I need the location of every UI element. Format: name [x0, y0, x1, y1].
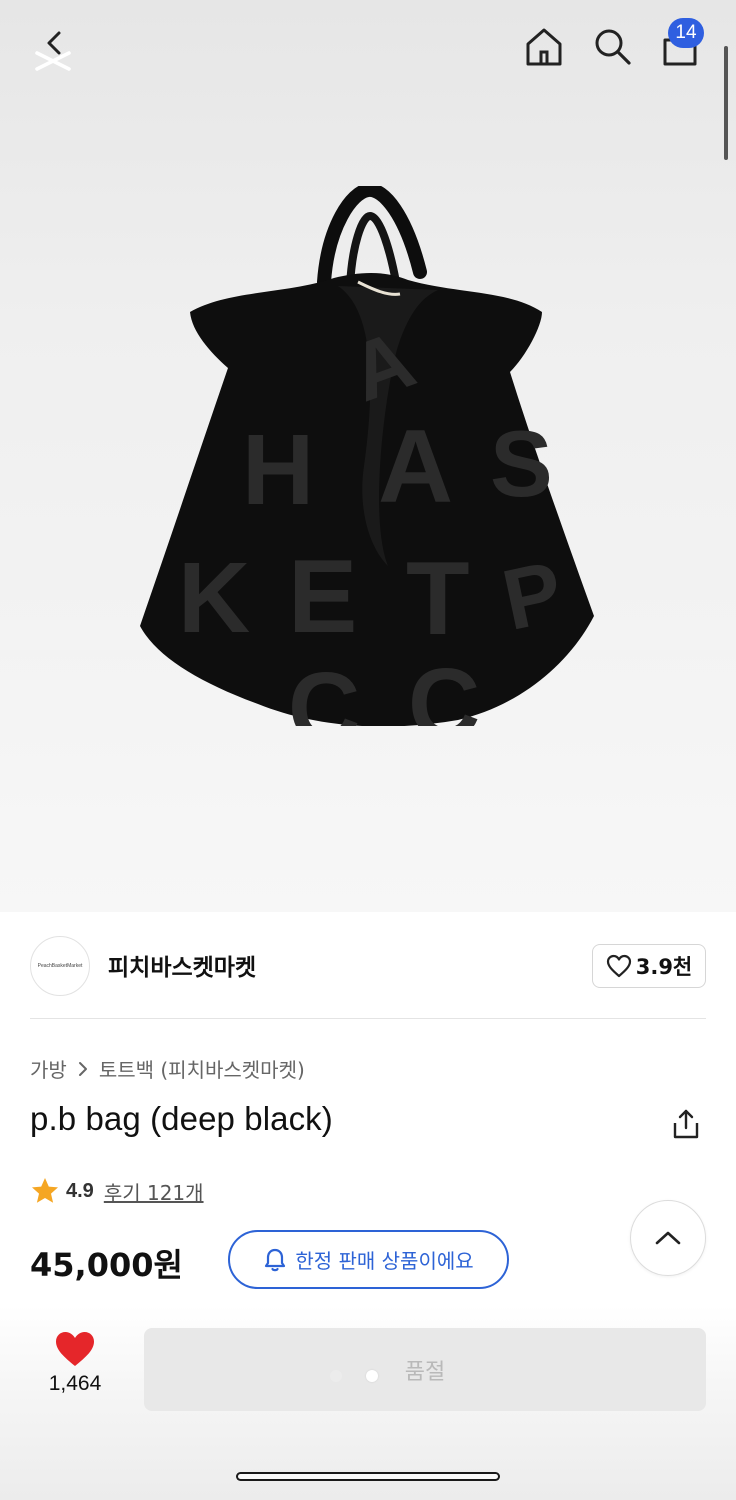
product-image-area[interactable]: A H A S K E T P C C — [0, 0, 736, 912]
bag-letter: S — [490, 411, 553, 516]
seller-follow-button[interactable]: 3.9천 — [592, 944, 706, 988]
breadcrumb: 가방 토트백 (피치바스켓마켓) — [30, 1054, 305, 1083]
chevron-right-icon — [78, 1061, 87, 1076]
bag-letter: E — [288, 539, 357, 655]
search-button[interactable] — [588, 22, 636, 70]
heart-outline-icon — [606, 954, 631, 978]
seller-name[interactable]: 피치바스켓마켓 — [108, 948, 256, 982]
page-indicator — [330, 1370, 378, 1382]
rating-row: 4.9 후기 121개 — [30, 1176, 204, 1206]
rating-value: 4.9 — [66, 1179, 94, 1202]
seller-avatar[interactable]: PeachBasketMarket — [30, 936, 90, 996]
home-indicator[interactable] — [236, 1472, 500, 1481]
like-count: 1,464 — [48, 1372, 102, 1395]
limited-sale-label: 한정 판매 상품이에요 — [295, 1249, 474, 1273]
product-price: 45,000원 — [30, 1246, 183, 1284]
scroll-to-top-button[interactable] — [630, 1200, 706, 1276]
chevron-up-icon — [655, 1231, 681, 1245]
sold-out-label: 품절 — [404, 1359, 446, 1385]
scrollbar[interactable] — [724, 46, 728, 160]
limited-sale-badge[interactable]: 한정 판매 상품이에요 — [228, 1230, 509, 1289]
bag-letter: C — [288, 652, 360, 726]
share-button[interactable] — [666, 1104, 706, 1144]
back-chevron-icon — [47, 31, 61, 55]
star-icon — [32, 1178, 58, 1203]
reviews-link[interactable]: 후기 121개 — [104, 1177, 204, 1206]
home-button[interactable] — [520, 22, 568, 70]
follow-count: 3.9천 — [635, 955, 693, 979]
search-icon — [595, 29, 631, 65]
close-icon — [35, 31, 71, 71]
seller-logo-text: PeachBasketMarket — [37, 963, 83, 969]
share-icon — [673, 1109, 699, 1139]
product-title: p.b bag (deep black) — [30, 1100, 333, 1137]
divider — [30, 1018, 706, 1019]
bag-letter: C — [408, 648, 480, 726]
breadcrumb-category[interactable]: 가방 — [30, 1054, 67, 1083]
sold-out-button[interactable]: 품절 — [144, 1328, 706, 1411]
bag-letter: T — [406, 541, 470, 657]
page-dot-active — [366, 1370, 378, 1382]
home-icon — [526, 28, 562, 66]
bag-letter: A — [378, 409, 453, 525]
close-button[interactable] — [28, 26, 78, 76]
bag-letter: H — [242, 414, 314, 526]
product-image-bag: A H A S K E T P C C — [140, 186, 594, 726]
like-button[interactable]: 1,464 — [36, 1330, 114, 1396]
bag-letter: K — [178, 542, 250, 654]
breadcrumb-subcategory[interactable]: 토트백 (피치바스켓마켓) — [99, 1054, 305, 1083]
heart-filled-icon — [56, 1332, 94, 1366]
cart-count-badge: 14 — [668, 18, 704, 48]
bell-icon — [265, 1248, 286, 1271]
page-dot — [330, 1370, 342, 1382]
